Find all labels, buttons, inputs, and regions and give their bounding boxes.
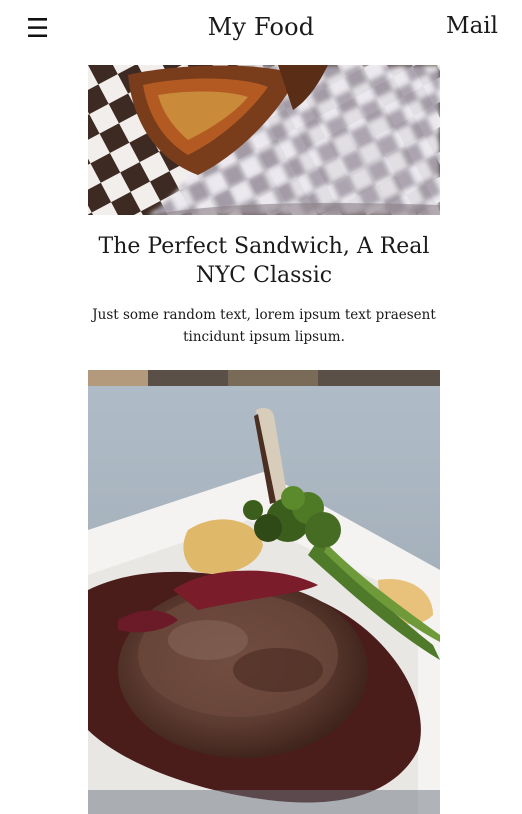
top-bar: ☰ My Food Mail xyxy=(0,0,522,60)
mail-link[interactable]: Mail xyxy=(446,13,498,39)
sandwich-image xyxy=(88,65,440,215)
site-title[interactable]: My Food xyxy=(0,13,522,41)
steak-image xyxy=(88,370,440,814)
card-description: Just some random text, lorem ipsum text … xyxy=(92,307,436,345)
card-title[interactable]: The Perfect Sandwich, A Real NYC Classic xyxy=(88,232,440,290)
